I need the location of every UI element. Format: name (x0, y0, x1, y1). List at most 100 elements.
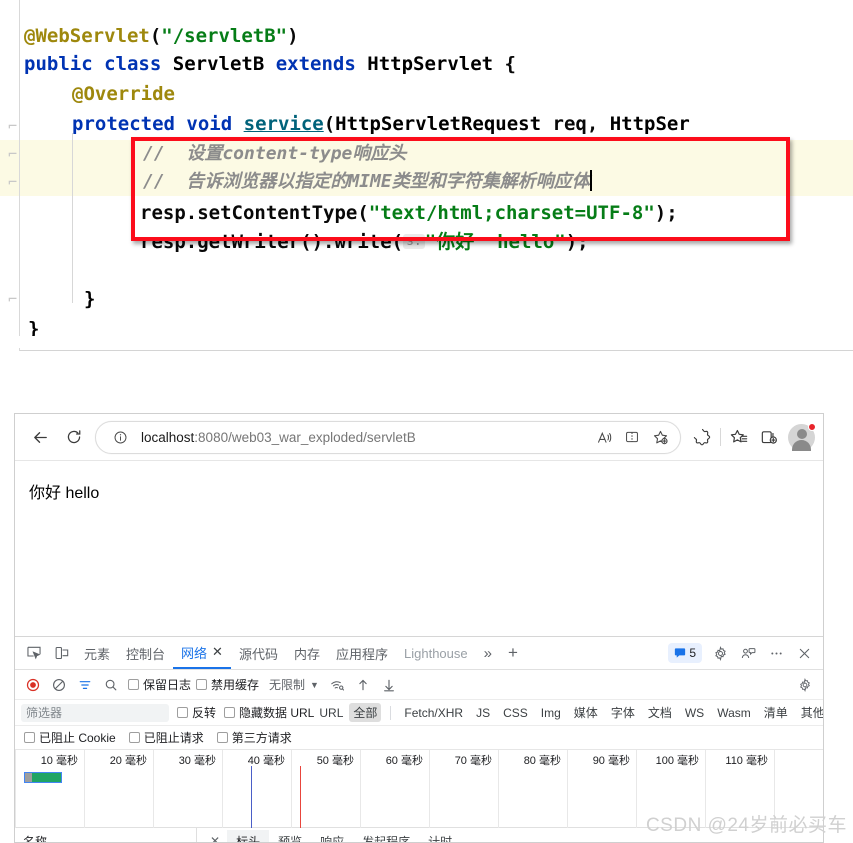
import-har-icon[interactable] (351, 673, 375, 697)
token-paren: ( (149, 25, 162, 47)
code-line-webservlet[interactable]: @WebServlet("/servletB") (24, 22, 853, 50)
code-line-override[interactable]: @Override (72, 80, 853, 108)
blocked-requests-checkbox[interactable]: 已阻止请求 (128, 729, 204, 746)
issues-badge[interactable]: 5 (668, 643, 702, 663)
fold-marker[interactable]: ⌐ (8, 285, 22, 313)
token-classname: ServletB (172, 53, 265, 75)
page-body-text: 你好 hello (29, 485, 100, 502)
tab-network[interactable]: 网络 ✕ (173, 637, 231, 669)
url-host: localhost (141, 429, 195, 445)
checkbox-box[interactable] (196, 679, 208, 690)
device-toolbar-icon[interactable] (48, 640, 76, 666)
url-text[interactable]: localhost:8080/web03_war_exploded/servle… (134, 430, 590, 445)
tab-console[interactable]: 控制台 (118, 637, 173, 669)
name-column-header[interactable]: 名称 (15, 828, 197, 842)
close-devtools-icon[interactable] (790, 640, 818, 666)
token-tail: ); (654, 202, 678, 224)
third-party-requests-checkbox[interactable]: 第三方请求 (216, 729, 292, 746)
invert-checkbox[interactable]: 反转 (177, 704, 216, 721)
checkbox-box[interactable] (224, 707, 236, 718)
more-tabs-icon[interactable]: » (476, 637, 500, 669)
export-har-icon[interactable] (377, 673, 401, 697)
code-line-close-method[interactable]: } (84, 285, 853, 313)
network-timeline[interactable]: 10 毫秒 20 毫秒 30 毫秒 40 毫秒 50 毫秒 60 毫秒 70 毫… (15, 750, 823, 828)
fold-marker[interactable]: ⌐ (8, 112, 22, 140)
checkbox-box[interactable] (216, 732, 228, 743)
code-line-write[interactable]: resp.getWriter().write(s: "你好 hello"); (140, 228, 853, 256)
split-screen-icon[interactable] (618, 423, 646, 451)
code-line-service-signature[interactable]: protected void service(HttpServletReques… (72, 110, 853, 138)
filter-icon[interactable] (73, 673, 97, 697)
send-feedback-icon[interactable] (734, 640, 762, 666)
network-conditions-icon[interactable] (325, 673, 349, 697)
type-filter-other[interactable]: 其他 (797, 703, 823, 722)
fold-marker[interactable]: ⌐ (8, 140, 22, 168)
tab-application[interactable]: 应用程序 (328, 637, 396, 669)
profile-avatar[interactable] (788, 422, 816, 451)
code-comment-content-type[interactable]: // 设置content-type响应头 (143, 140, 853, 168)
editor-hscrollbar-track[interactable] (0, 336, 853, 348)
tab-sources[interactable]: 源代码 (231, 637, 286, 669)
page-viewport: 你好 hello (15, 461, 823, 637)
tab-memory[interactable]: 内存 (286, 637, 328, 669)
back-button[interactable] (23, 420, 57, 454)
preserve-log-checkbox[interactable]: 保留日志 (128, 676, 191, 693)
more-options-icon[interactable] (762, 640, 790, 666)
browser-essentials-icon[interactable] (687, 422, 717, 452)
close-detail-icon[interactable]: ✕ (203, 834, 227, 842)
type-filter-media[interactable]: 媒体 (570, 703, 602, 722)
blocked-cookies-checkbox[interactable]: 已阻止 Cookie (24, 729, 116, 746)
read-aloud-icon[interactable] (590, 423, 618, 451)
checkbox-box[interactable] (128, 679, 139, 690)
type-filter-ws[interactable]: WS (681, 705, 708, 721)
favorites-icon[interactable] (724, 422, 754, 452)
type-filter-css[interactable]: CSS (499, 705, 532, 721)
tab-lighthouse[interactable]: Lighthouse (396, 637, 476, 669)
tab-elements[interactable]: 元素 (76, 637, 118, 669)
code-comment-mime[interactable]: // 告诉浏览器以指定的MIME类型和字符集解析响应体 (143, 168, 853, 196)
collections-icon[interactable] (754, 422, 784, 452)
chevron-down-icon[interactable]: ▼ (310, 680, 319, 690)
record-stop-icon[interactable] (21, 673, 45, 697)
info-circle-icon[interactable] (106, 423, 134, 451)
type-filter-img[interactable]: Img (537, 705, 565, 721)
detail-tab-response[interactable]: 响应 (311, 830, 353, 843)
reload-button[interactable] (57, 420, 91, 454)
detail-tab-preview[interactable]: 预览 (269, 830, 311, 843)
code-line-class-decl[interactable]: public class ServletB extends HttpServle… (24, 50, 853, 78)
code-editor[interactable]: ⌐ ⌐ ⌐ ⌐ @WebServlet("/servletB") public … (0, 0, 853, 352)
throttling-select[interactable]: 无限制 ▼ (269, 676, 319, 693)
tab-label: Lighthouse (404, 645, 468, 661)
add-favorite-icon[interactable] (646, 423, 674, 451)
detail-tab-initiator[interactable]: 发起程序 (353, 830, 419, 843)
type-filter-js[interactable]: JS (472, 705, 494, 721)
detail-tab-timing[interactable]: 计时 (419, 830, 461, 843)
code-line-setcontenttype[interactable]: resp.setContentType("text/html;charset=U… (140, 199, 853, 227)
checkbox-box[interactable] (24, 732, 35, 743)
inspect-element-icon[interactable] (20, 640, 48, 666)
token-annotation: @WebServlet (24, 25, 150, 47)
disable-cache-checkbox[interactable]: 禁用缓存 (196, 676, 259, 693)
add-tab-button[interactable]: + (500, 637, 526, 669)
type-filter-wasm[interactable]: Wasm (713, 705, 755, 721)
fold-marker[interactable]: ⌐ (8, 168, 22, 196)
type-filter-manifest[interactable]: 清单 (760, 703, 792, 722)
type-filter-doc[interactable]: 文档 (644, 703, 676, 722)
checkbox-box[interactable] (177, 707, 188, 718)
tab-close-icon[interactable]: ✕ (212, 644, 223, 660)
network-settings-icon[interactable] (793, 673, 817, 697)
detail-tab-headers[interactable]: 标头 (227, 829, 270, 842)
type-filter-all[interactable]: 全部 (349, 703, 382, 722)
checkbox-box[interactable] (128, 732, 140, 743)
request-waterfall-bar[interactable] (24, 772, 62, 783)
search-icon[interactable] (99, 673, 123, 697)
hide-data-urls-checkbox[interactable]: 隐藏数据 URL (224, 704, 314, 721)
settings-gear-icon[interactable] (706, 640, 734, 666)
filter-input[interactable]: 筛选器 (21, 703, 169, 722)
address-bar[interactable]: localhost:8080/web03_war_exploded/servle… (95, 420, 681, 454)
indent-guide (72, 133, 73, 303)
type-filter-fetch-xhr[interactable]: Fetch/XHR (400, 705, 467, 721)
type-filter-font[interactable]: 字体 (607, 703, 639, 722)
clear-network-icon[interactable] (47, 673, 71, 697)
